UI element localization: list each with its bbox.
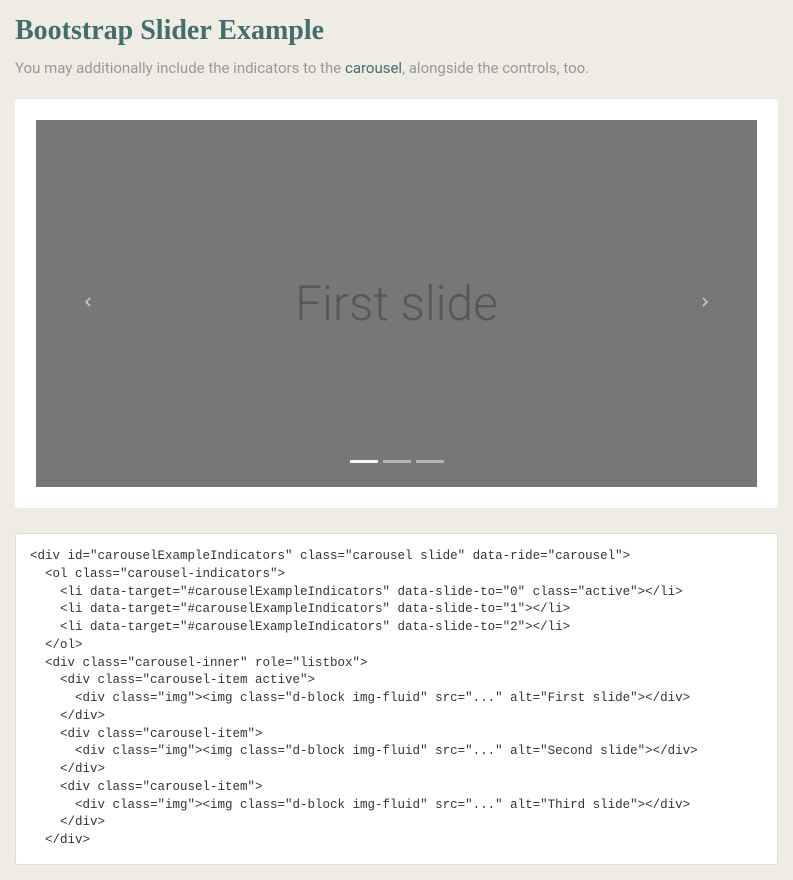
description: You may additionally include the indicat… [15, 59, 778, 77]
page-title: Bootstrap Slider Example [15, 15, 778, 47]
description-after: , alongside the controls, too. [402, 59, 589, 77]
carousel-indicator-0[interactable] [350, 460, 378, 463]
description-before: You may additionally include the indicat… [15, 59, 345, 77]
carousel: First slide [36, 120, 757, 487]
chevron-left-icon [79, 293, 97, 315]
code-sample: <div id="carouselExampleIndicators" clas… [15, 533, 778, 865]
carousel-next-button[interactable] [691, 290, 719, 318]
carousel-prev-button[interactable] [74, 290, 102, 318]
carousel-link[interactable]: carousel [345, 59, 402, 77]
carousel-indicator-1[interactable] [383, 460, 411, 463]
carousel-indicators [350, 460, 444, 463]
carousel-example-panel: First slide [15, 99, 778, 508]
carousel-indicator-2[interactable] [416, 460, 444, 463]
slide-label: First slide [295, 275, 498, 332]
chevron-right-icon [696, 293, 714, 315]
